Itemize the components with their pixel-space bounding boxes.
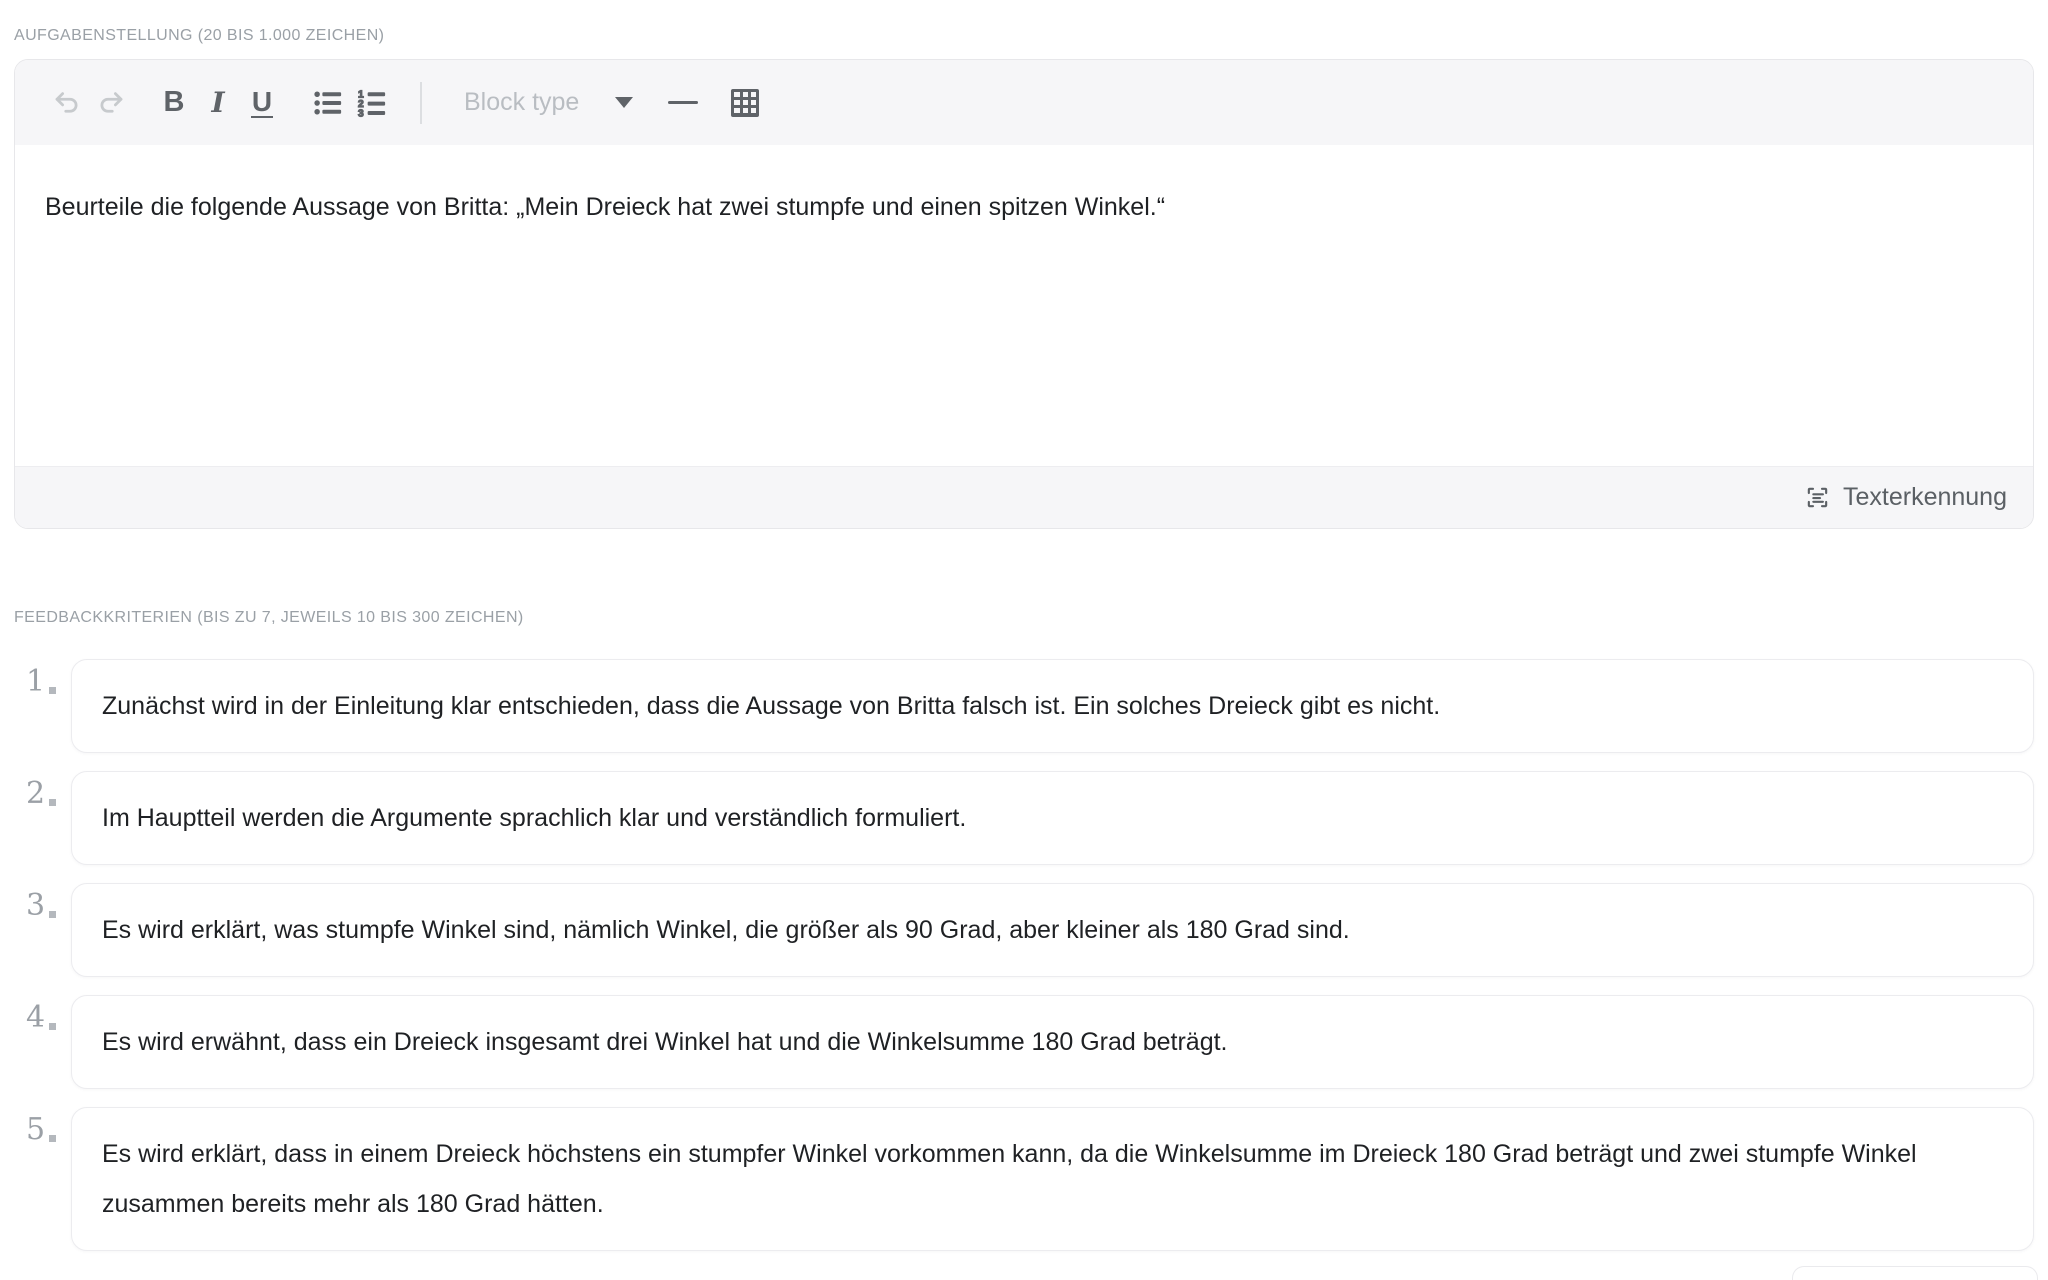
- bold-button[interactable]: B: [152, 81, 196, 125]
- numbered-list-button[interactable]: 1 2 3: [350, 81, 394, 125]
- criterion-text-3: Es wird erklärt, was stumpfe Winkel sind…: [102, 916, 1350, 944]
- item-number-1: 1: [14, 659, 71, 697]
- bold-icon: B: [164, 86, 185, 119]
- texterkennung-label: Texterkennung: [1843, 483, 2007, 512]
- number-dot: [49, 687, 56, 694]
- bullet-list-button[interactable]: [306, 81, 350, 125]
- numbered-list-icon: 1 2 3: [357, 88, 387, 118]
- block-type-dropdown[interactable]: Block type: [464, 88, 633, 117]
- criterion-text-5: Es wird erklärt, dass in einem Dreieck h…: [102, 1140, 1917, 1218]
- italic-icon: I: [211, 86, 224, 119]
- undo-button[interactable]: [45, 81, 89, 125]
- number-dot: [49, 911, 56, 918]
- table-grid-icon: [731, 89, 759, 117]
- task-text: Beurteile die folgende Aussage von Britt…: [45, 193, 1165, 221]
- list-item: 4 Es wird erwähnt, dass ein Dreieck insg…: [14, 995, 2034, 1089]
- redo-icon: [96, 88, 126, 118]
- number-dot: [49, 1023, 56, 1030]
- texterkennung-button[interactable]: Texterkennung: [1804, 483, 2007, 512]
- editor-footer: Texterkennung: [15, 466, 2033, 528]
- item-number-5: 5: [14, 1107, 71, 1145]
- list-item: 1 Zunächst wird in der Einleitung klar e…: [14, 659, 2034, 753]
- toolbar-divider: [420, 82, 422, 124]
- task-text-area[interactable]: Beurteile die folgende Aussage von Britt…: [15, 145, 2033, 466]
- block-type-placeholder: Block type: [464, 88, 579, 117]
- criterion-field-3[interactable]: Es wird erklärt, was stumpfe Winkel sind…: [71, 883, 2034, 977]
- criterion-field-2[interactable]: Im Hauptteil werden die Argumente sprach…: [71, 771, 2034, 865]
- editor-toolbar: B I U: [15, 60, 2033, 145]
- horizontal-rule-button[interactable]: [661, 81, 705, 125]
- item-number-3: 3: [14, 883, 71, 921]
- criterion-text-4: Es wird erwähnt, dass ein Dreieck insges…: [102, 1028, 1228, 1056]
- item-number-4: 4: [14, 995, 71, 1033]
- number-dot: [49, 799, 56, 806]
- criterion-text-1: Zunächst wird in der Einleitung klar ent…: [102, 692, 1440, 720]
- list-item: 3 Es wird erklärt, was stumpfe Winkel si…: [14, 883, 2034, 977]
- rich-text-editor: B I U: [14, 59, 2034, 529]
- undo-icon: [52, 88, 82, 118]
- underline-icon: U: [251, 87, 273, 118]
- partial-element: [1792, 1266, 2038, 1280]
- redo-button[interactable]: [89, 81, 133, 125]
- task-field-label: AUFGABENSTELLUNG (20 BIS 1.000 ZEICHEN): [14, 27, 2034, 44]
- criterion-text-2: Im Hauptteil werden die Argumente sprach…: [102, 804, 966, 832]
- criterion-field-4[interactable]: Es wird erwähnt, dass ein Dreieck insges…: [71, 995, 2034, 1089]
- item-number-2: 2: [14, 771, 71, 809]
- list-item: 2 Im Hauptteil werden die Argumente spra…: [14, 771, 2034, 865]
- number-dot: [49, 1135, 56, 1142]
- horizontal-rule-icon: [668, 101, 698, 104]
- underline-button[interactable]: U: [240, 81, 284, 125]
- criterion-field-5[interactable]: Es wird erklärt, dass in einem Dreieck h…: [71, 1107, 2034, 1251]
- feedback-field-label: FEEDBACKKRITERIEN (BIS ZU 7, JEWEILS 10 …: [14, 609, 2034, 626]
- list-item: 5 Es wird erklärt, dass in einem Dreieck…: [14, 1107, 2034, 1251]
- text-scan-icon: [1804, 484, 1831, 511]
- insert-table-button[interactable]: [723, 81, 767, 125]
- criteria-list: 1 Zunächst wird in der Einleitung klar e…: [14, 659, 2034, 1251]
- criterion-field-1[interactable]: Zunächst wird in der Einleitung klar ent…: [71, 659, 2034, 753]
- svg-text:3: 3: [358, 108, 364, 118]
- caret-down-icon: [615, 97, 633, 108]
- italic-button[interactable]: I: [196, 81, 240, 125]
- bullet-list-icon: [313, 88, 343, 118]
